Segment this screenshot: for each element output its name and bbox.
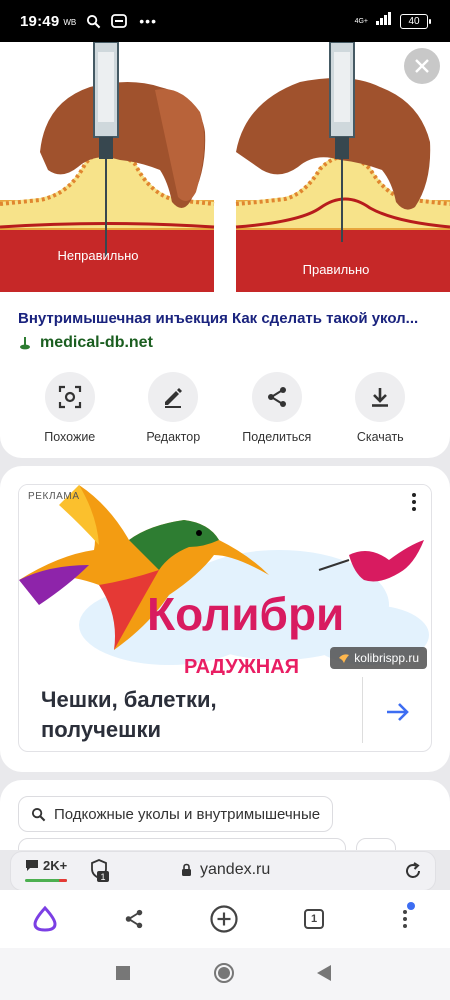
similar-button[interactable]: Похожие xyxy=(18,372,122,444)
related-query-chip[interactable] xyxy=(356,838,396,850)
similar-search-icon xyxy=(44,372,95,422)
related-query-chip[interactable] xyxy=(18,838,346,850)
alice-icon xyxy=(33,905,57,932)
pencil-icon xyxy=(148,372,199,422)
download-icon xyxy=(355,372,406,422)
menu-button[interactable] xyxy=(388,902,422,936)
circle-icon xyxy=(214,963,234,983)
image-result-card: Неправильно Правильно Внутримышечная инъ… xyxy=(0,42,450,458)
related-query-text: Подкожные уколы и внутримышечные xyxy=(54,805,321,823)
ad-banner[interactable]: Колибри РАДУЖНАЯ РЕКЛАМА kolibrispp.ru Ч… xyxy=(18,484,432,752)
ad-brand-subtitle: РАДУЖНАЯ xyxy=(184,656,299,675)
ad-domain-badge[interactable]: kolibrispp.ru xyxy=(330,647,427,669)
carrier-tag: WB xyxy=(63,17,77,27)
related-searches: Подкожные уколы и внутримышечные xyxy=(0,780,450,850)
system-nav-bar xyxy=(0,948,450,1000)
status-time: 19:49 xyxy=(20,12,60,30)
tabs-button[interactable]: 1 xyxy=(297,902,331,936)
network-type: 4G+ xyxy=(354,17,368,25)
bird-icon xyxy=(339,654,350,663)
notification-dot xyxy=(407,902,415,910)
share-icon xyxy=(125,909,143,929)
ad-menu-button[interactable] xyxy=(405,491,423,513)
editor-label: Редактор xyxy=(146,430,201,444)
result-source[interactable]: medical-db.net xyxy=(18,334,153,352)
more-vertical-icon xyxy=(403,902,415,928)
result-title[interactable]: Внутримышечная инъекция Как сделать тако… xyxy=(18,310,438,327)
plus-circle-icon xyxy=(210,905,238,933)
ad-label: РЕКЛАМА xyxy=(28,491,80,502)
share-icon xyxy=(251,372,302,422)
download-button[interactable]: Скачать xyxy=(329,372,433,444)
close-icon xyxy=(415,59,429,73)
app-notification-icon xyxy=(111,14,128,28)
search-icon xyxy=(86,14,101,29)
battery-level: 40 xyxy=(408,15,420,27)
more-notifications-icon: ••• xyxy=(139,13,157,29)
url-text: yandex.ru xyxy=(200,861,271,878)
injection-illustration[interactable]: Неправильно Правильно xyxy=(0,42,450,292)
correct-label: Правильно xyxy=(303,262,370,277)
recents-button[interactable] xyxy=(112,962,134,984)
ad-card: Колибри РАДУЖНАЯ РЕКЛАМА kolibrispp.ru Ч… xyxy=(0,466,450,772)
home-button[interactable] xyxy=(213,962,235,984)
close-button[interactable] xyxy=(404,48,440,84)
editor-button[interactable]: Редактор xyxy=(122,372,226,444)
signal-icon xyxy=(376,12,392,30)
ad-headline[interactable]: Чешки, балетки, получешки xyxy=(41,685,341,745)
shield-count: 1 xyxy=(100,872,105,882)
shield-icon[interactable]: 1 xyxy=(89,859,109,883)
comments-button[interactable]: 2K+ xyxy=(25,858,67,873)
comment-icon xyxy=(26,860,38,871)
site-favicon-icon xyxy=(20,337,30,350)
share-label: Поделиться xyxy=(242,430,312,444)
browser-toolbar: 1 xyxy=(0,890,450,948)
search-icon xyxy=(31,807,46,821)
url-field[interactable]: yandex.ru xyxy=(181,861,270,879)
ad-brand-text: Колибри xyxy=(147,588,344,640)
alice-button[interactable] xyxy=(28,902,62,936)
reload-icon[interactable] xyxy=(403,861,423,881)
back-button[interactable] xyxy=(313,962,335,984)
share-button[interactable]: Поделиться xyxy=(225,372,329,444)
triangle-back-icon xyxy=(317,965,331,981)
share-toolbar-button[interactable] xyxy=(117,902,151,936)
lock-icon xyxy=(182,863,191,876)
similar-label: Похожие xyxy=(44,430,96,444)
arrow-right-icon[interactable] xyxy=(385,699,411,725)
image-actions: Похожие Редактор Поделиться Скачать xyxy=(18,372,432,444)
comments-count: 2K+ xyxy=(43,858,68,873)
status-bar: 19:49 WB ••• 4G+ 40 xyxy=(0,0,450,42)
address-bar[interactable]: 2K+ 1 yandex.ru xyxy=(10,851,436,891)
ad-domain: kolibrispp.ru xyxy=(354,651,419,665)
battery-icon: 40 xyxy=(400,13,431,29)
new-tab-button[interactable] xyxy=(207,902,241,936)
related-query-chip[interactable]: Подкожные уколы и внутримышечные xyxy=(18,796,334,832)
comments-rating-bar xyxy=(25,879,67,882)
wrong-label: Неправильно xyxy=(57,248,138,263)
ad-divider xyxy=(362,677,363,743)
download-label: Скачать xyxy=(356,430,404,444)
source-domain: medical-db.net xyxy=(40,334,153,351)
square-icon xyxy=(116,966,130,980)
tab-count: 1 xyxy=(304,909,324,929)
